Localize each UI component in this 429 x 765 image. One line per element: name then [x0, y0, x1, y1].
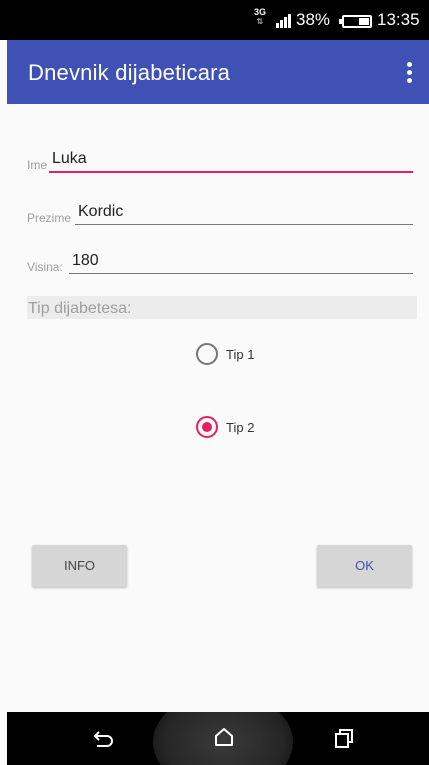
info-button[interactable]: INFO [32, 545, 127, 587]
status-bar: 3G ⇅ 38% 13:35 [0, 0, 429, 40]
nav-bar [7, 712, 429, 765]
visina-input[interactable]: 180 [72, 252, 99, 270]
battery-fill [359, 18, 369, 25]
prezime-input[interactable]: Kordic [78, 203, 123, 221]
status-time: 13:35 [377, 10, 420, 29]
prezime-underline [75, 224, 413, 225]
radio-tip-1-label: Tip 1 [226, 347, 255, 362]
recents-icon[interactable] [329, 724, 357, 752]
app-bar: Dnevnik dijabeticara [7, 40, 429, 104]
ok-button[interactable]: OK [317, 545, 412, 587]
more-vert-icon[interactable] [400, 60, 420, 86]
prezime-label: Prezime [27, 211, 72, 225]
app-title: Dnevnik dijabeticara [28, 60, 231, 85]
prezime-field[interactable]: Prezime Kordic [27, 191, 413, 225]
ime-label: Ime [27, 158, 48, 172]
ime-input[interactable]: Luka [52, 150, 87, 168]
back-icon[interactable] [90, 724, 118, 752]
radio-tip-1-circle[interactable] [196, 343, 218, 365]
visina-label: Visina: [27, 260, 63, 274]
battery-percent: 38% [296, 10, 331, 29]
radio-tip-2-label: Tip 2 [226, 420, 255, 435]
tip-dijabetesa-header: Tip dijabetesa: [27, 296, 417, 319]
visina-field[interactable]: Visina: 180 [27, 240, 413, 274]
ime-underline [49, 171, 413, 173]
network-3g-icon: 3G ⇅ [254, 7, 267, 27]
battery-icon [339, 15, 372, 28]
home-icon[interactable] [210, 724, 238, 752]
visina-underline [69, 273, 413, 274]
ime-field[interactable]: Ime Luka [27, 138, 413, 173]
radio-tip-2-circle[interactable] [196, 416, 218, 438]
signal-icon [276, 14, 294, 28]
